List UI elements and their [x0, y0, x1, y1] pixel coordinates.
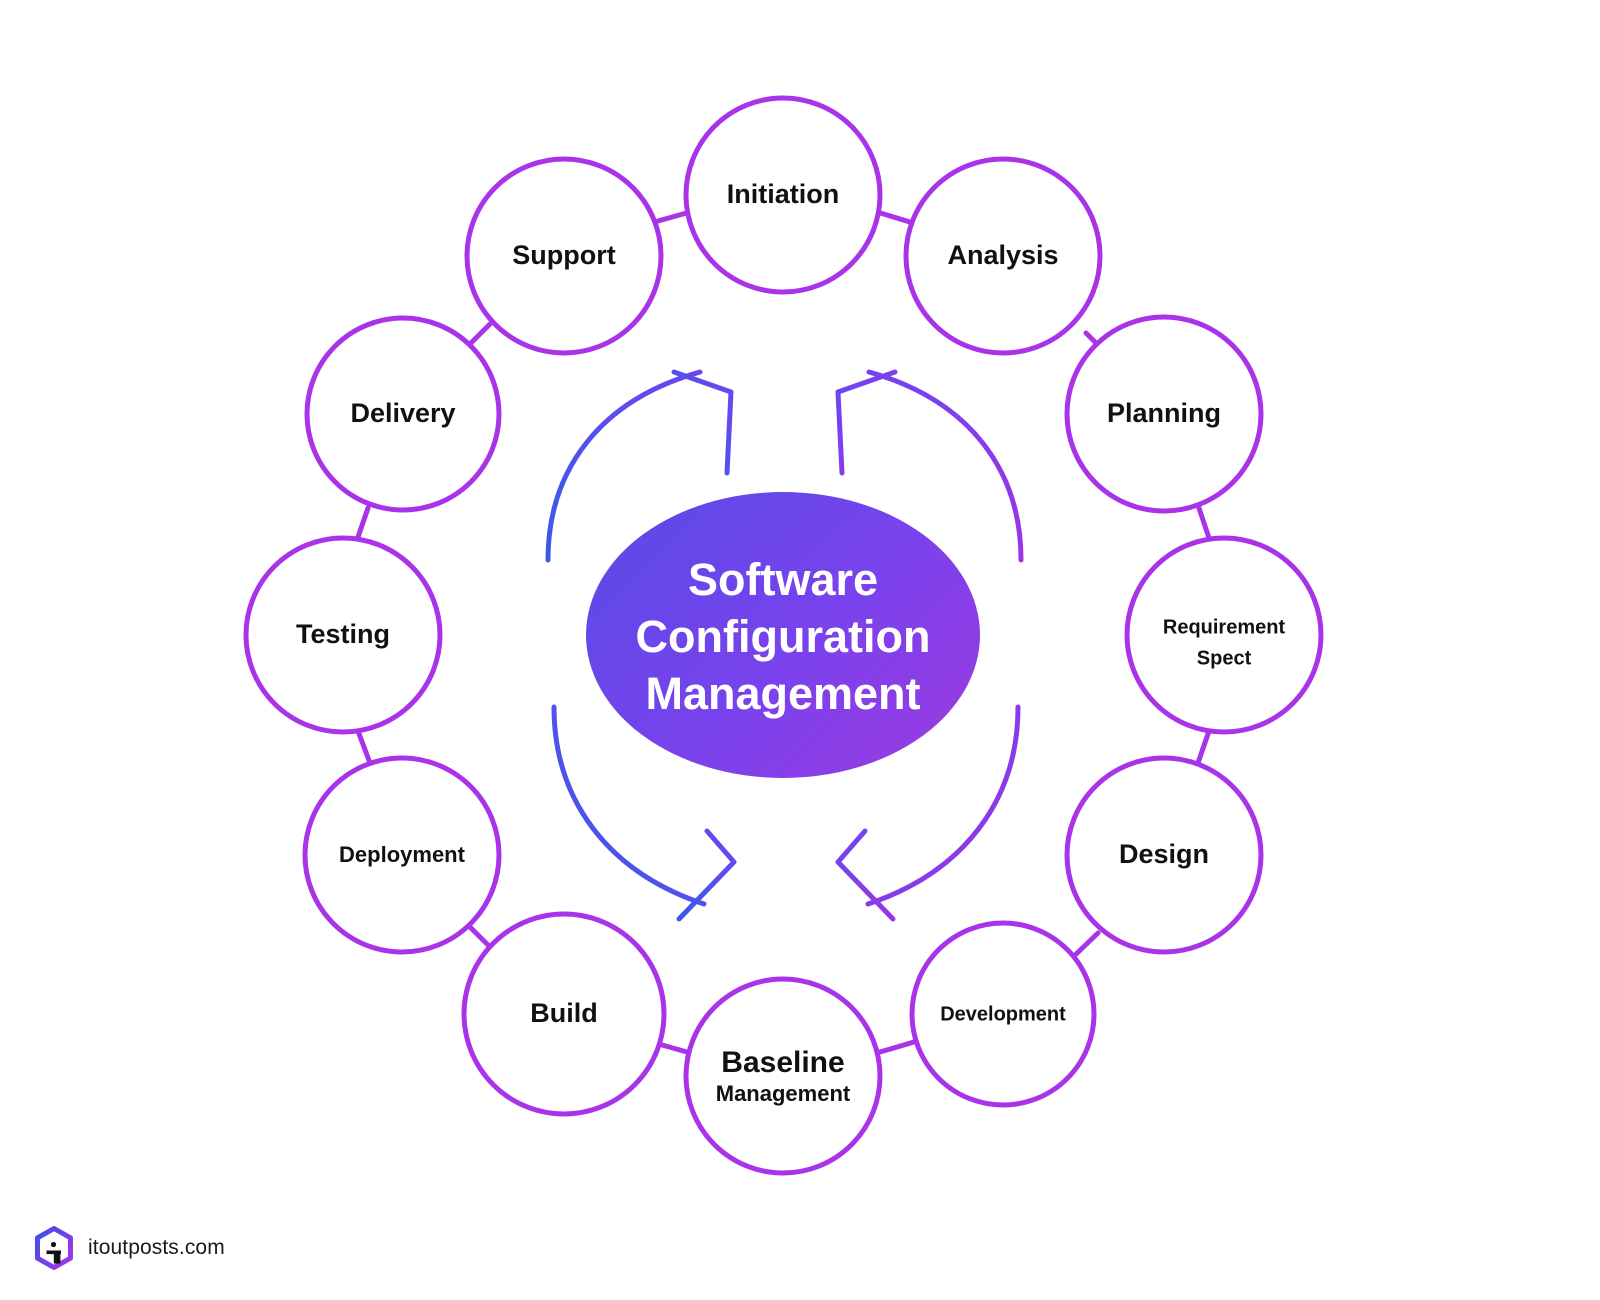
node-planning[interactable]: Planning — [1064, 314, 1264, 514]
connector-design-development — [1070, 930, 1101, 960]
node-build[interactable]: Build — [461, 911, 667, 1117]
logo-block — [53, 1250, 61, 1264]
node-requirement-spect[interactable]: Requirement Spect — [1124, 535, 1324, 735]
center-label-line-3: Management — [645, 668, 920, 719]
connector-initiation-analysis — [874, 209, 913, 225]
footer-site-name: itoutposts.com — [88, 1236, 225, 1259]
node-support[interactable]: Support — [464, 156, 664, 356]
node-requirement-spect-sublabel: Spect — [1197, 647, 1252, 669]
connector-planning-requirement — [1195, 502, 1212, 541]
node-baseline-management-label: Baseline — [721, 1046, 844, 1079]
cycle-diagram-canvas: Software Configuration Management Initia… — [243, 95, 1324, 1176]
node-analysis-label: Analysis — [947, 240, 1058, 270]
connector-development-baseline — [877, 1039, 917, 1055]
node-requirement-spect-label: Requirement — [1163, 616, 1286, 638]
connector-deployment-testing — [355, 728, 373, 766]
node-design-label: Design — [1119, 839, 1209, 869]
node-build-label: Build — [530, 998, 598, 1028]
node-deployment-label: Deployment — [339, 842, 466, 867]
node-initiation[interactable]: Initiation — [683, 95, 883, 295]
node-design[interactable]: Design — [1064, 755, 1264, 955]
node-initiation-label: Initiation — [727, 179, 839, 209]
connector-support-initiation — [655, 209, 693, 224]
center-label-line-2: Configuration — [636, 611, 931, 662]
node-delivery[interactable]: Delivery — [304, 315, 502, 513]
footer-branding: itoutposts.com — [34, 1226, 225, 1270]
node-analysis[interactable]: Analysis — [903, 156, 1103, 356]
node-baseline-management-sublabel: Management — [716, 1081, 851, 1106]
cycle-diagram-root: Software Configuration Management Initia… — [0, 0, 1600, 1300]
connector-requirement-design — [1195, 728, 1212, 766]
node-testing[interactable]: Testing — [243, 535, 443, 735]
node-support-label: Support — [512, 240, 615, 270]
node-delivery-label: Delivery — [350, 398, 455, 428]
node-testing-label: Testing — [296, 619, 390, 649]
center-node: Software Configuration Management — [586, 492, 980, 778]
center-label-line-1: Software — [688, 554, 878, 605]
connector-testing-delivery — [354, 505, 371, 543]
node-deployment[interactable]: Deployment — [302, 755, 502, 955]
node-development[interactable]: Development — [909, 920, 1097, 1108]
logo-dot — [50, 1241, 57, 1248]
node-development-label: Development — [940, 1003, 1066, 1025]
node-baseline-management[interactable]: Baseline Management — [683, 976, 883, 1176]
itoutposts-hexagon-logo-icon — [35, 1226, 73, 1270]
node-planning-label: Planning — [1107, 398, 1221, 428]
